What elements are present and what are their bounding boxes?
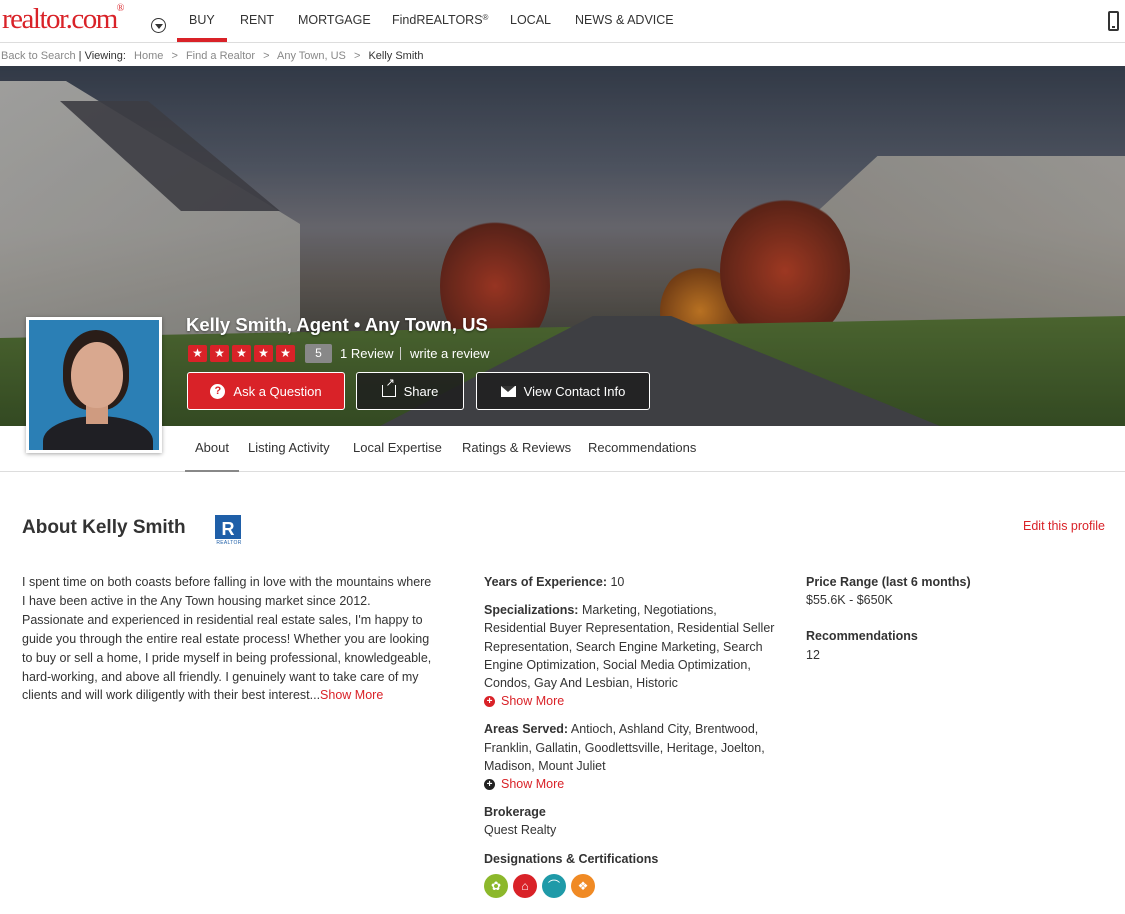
red-house-designation-icon[interactable]: ⌂	[513, 873, 537, 898]
agent-bio: I spent time on both coasts before falli…	[22, 573, 432, 705]
experience-value: 10	[610, 575, 625, 589]
top-navigation: realtor.com® BUY RENT MORTGAGE FindREALT…	[0, 0, 1125, 43]
plus-circle-icon: +	[484, 695, 495, 707]
nav-news-advice[interactable]: NEWS & ADVICE	[575, 13, 674, 27]
agent-stats: Price Range (last 6 months) $55.6K - $65…	[806, 573, 1106, 674]
divider	[400, 347, 401, 360]
recommendations-label: Recommendations	[806, 629, 918, 644]
price-range-value: $55.6K - $650K	[806, 593, 893, 608]
areas-served-row: Areas Served: Antioch, Ashland City, Bre…	[484, 720, 779, 793]
ask-question-button[interactable]: ? Ask a Question	[187, 372, 345, 410]
orange-designation-icon[interactable]: ❖	[571, 873, 595, 898]
experience-label: Years of Experience:	[484, 575, 607, 589]
specializations-row: Specializations: Marketing, Negotiations…	[484, 601, 779, 710]
share-icon	[381, 376, 396, 397]
breadcrumb-separator: >	[171, 50, 178, 62]
reviews-link[interactable]: 1 Review	[340, 346, 393, 361]
price-range-label: Price Range (last 6 months)	[806, 575, 971, 589]
star-icon: ★	[254, 345, 273, 362]
recommendations-row: Recommendations 12	[806, 627, 1106, 663]
share-button[interactable]: Share	[356, 372, 464, 410]
tab-about[interactable]: About	[185, 440, 239, 472]
designations-row: Designations & Certifications ✿ ⌂ ⌒ ❖	[484, 850, 779, 898]
breadcrumb-separator: >	[353, 50, 361, 62]
write-review-link[interactable]: write a review	[410, 346, 489, 361]
specializations-label: Specializations:	[484, 603, 579, 618]
price-range-row: Price Range (last 6 months) $55.6K - $65…	[806, 573, 1106, 609]
nav-buy[interactable]: BUY	[177, 13, 227, 42]
view-contact-info-button[interactable]: View Contact Info	[476, 372, 650, 410]
view-contact-info-label: View Contact Info	[523, 383, 626, 399]
about-title: About Kelly Smith	[22, 517, 186, 538]
experience-row: Years of Experience: 10	[484, 573, 779, 591]
bio-show-more-link[interactable]: Show More	[320, 688, 383, 702]
star-icon: ★	[276, 345, 295, 362]
tab-local-expertise[interactable]: Local Expertise	[353, 440, 442, 455]
tab-recommendations[interactable]: Recommendations	[588, 440, 696, 455]
green-designation-icon[interactable]: ✿	[484, 873, 508, 898]
brokerage-value: Quest Realty	[484, 823, 557, 838]
tab-listing-activity[interactable]: Listing Activity	[248, 440, 330, 455]
breadcrumb-find-realtor[interactable]: Find a Realtor	[186, 50, 255, 62]
recommendations-value: 12	[806, 647, 820, 662]
back-to-search-link[interactable]: Back to Search	[1, 50, 76, 62]
nav-local[interactable]: LOCAL	[510, 13, 551, 27]
rating-badge: 5	[305, 344, 332, 363]
breadcrumb-current: Kelly Smith	[368, 50, 424, 62]
star-icon: ★	[188, 345, 207, 362]
tab-ratings-reviews[interactable]: Ratings & Reviews	[462, 440, 571, 455]
bio-text: I spent time on both coasts before falli…	[22, 575, 432, 703]
agent-photo	[26, 317, 162, 453]
mobile-phone-icon[interactable]	[1108, 11, 1119, 31]
viewing-label: Viewing:	[84, 50, 126, 62]
chevron-down-icon[interactable]	[151, 18, 166, 33]
realtor-logo[interactable]: realtor.com®	[2, 3, 124, 36]
breadcrumb-separator: >	[263, 50, 270, 62]
designations-label: Designations & Certifications	[484, 851, 659, 866]
star-icon: ★	[232, 345, 251, 362]
star-rating: ★ ★ ★ ★ ★	[188, 345, 295, 362]
nav-mortgage[interactable]: MORTGAGE	[298, 13, 371, 27]
brokerage-label: Brokerage	[484, 805, 546, 820]
ask-question-label: Ask a Question	[233, 383, 322, 399]
share-label: Share	[403, 383, 439, 399]
areas-show-more[interactable]: + Show More	[484, 775, 779, 793]
agent-details: Years of Experience: 10 Specializations:…	[484, 573, 779, 898]
areas-served-label: Areas Served:	[484, 722, 569, 737]
star-icon: ★	[210, 345, 229, 362]
teal-designation-icon[interactable]: ⌒	[542, 873, 566, 898]
breadcrumb-any-town[interactable]: Any Town, US	[277, 50, 346, 62]
breadcrumb: Back to Search | Viewing: Home > Find a …	[1, 50, 424, 62]
edit-profile-link[interactable]: Edit this profile	[1023, 519, 1105, 533]
question-icon: ?	[210, 383, 226, 399]
profile-tabs: About Listing Activity Local Expertise R…	[0, 426, 1125, 472]
agent-title: Kelly Smith, Agent • Any Town, US	[186, 314, 488, 335]
breadcrumb-home[interactable]: Home	[134, 50, 163, 62]
nav-rent[interactable]: RENT	[240, 13, 274, 27]
specializations-show-more[interactable]: + Show More	[484, 692, 779, 710]
plus-circle-icon: +	[484, 778, 495, 790]
brokerage-row: Brokerage Quest Realty	[484, 803, 779, 839]
envelope-icon	[500, 385, 516, 397]
realtor-r-logo: R REALTOR	[215, 515, 243, 548]
nav-findrealtors[interactable]: FindREALTORS®	[392, 13, 488, 27]
